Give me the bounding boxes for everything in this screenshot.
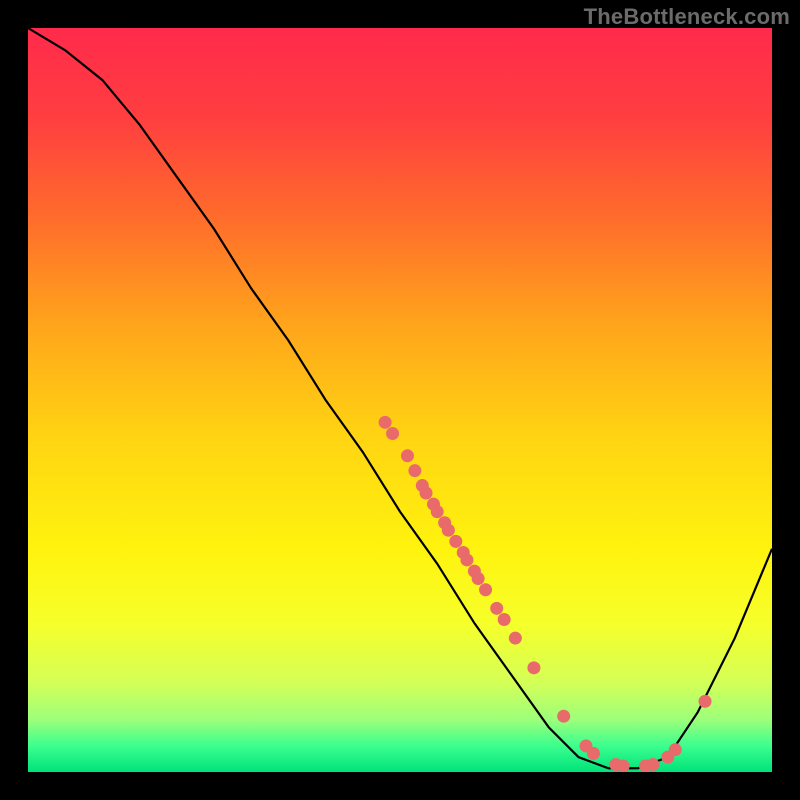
data-point	[420, 487, 433, 500]
plot-area	[28, 28, 772, 772]
data-point	[617, 760, 630, 772]
data-point	[472, 572, 485, 585]
data-point	[431, 505, 444, 518]
data-point	[442, 524, 455, 537]
data-point	[646, 758, 659, 771]
gradient-background	[28, 28, 772, 772]
data-point	[449, 535, 462, 548]
data-point	[699, 695, 712, 708]
data-point	[669, 743, 682, 756]
watermark-label: TheBottleneck.com	[584, 4, 790, 30]
data-point	[587, 747, 600, 760]
data-point	[509, 632, 522, 645]
data-point	[498, 613, 511, 626]
data-point	[460, 553, 473, 566]
data-point	[490, 602, 503, 615]
chart-svg	[28, 28, 772, 772]
data-point	[379, 416, 392, 429]
data-point	[401, 449, 414, 462]
data-point	[408, 464, 421, 477]
chart-container: TheBottleneck.com	[0, 0, 800, 800]
data-point	[527, 661, 540, 674]
data-point	[557, 710, 570, 723]
data-point	[386, 427, 399, 440]
data-point	[479, 583, 492, 596]
